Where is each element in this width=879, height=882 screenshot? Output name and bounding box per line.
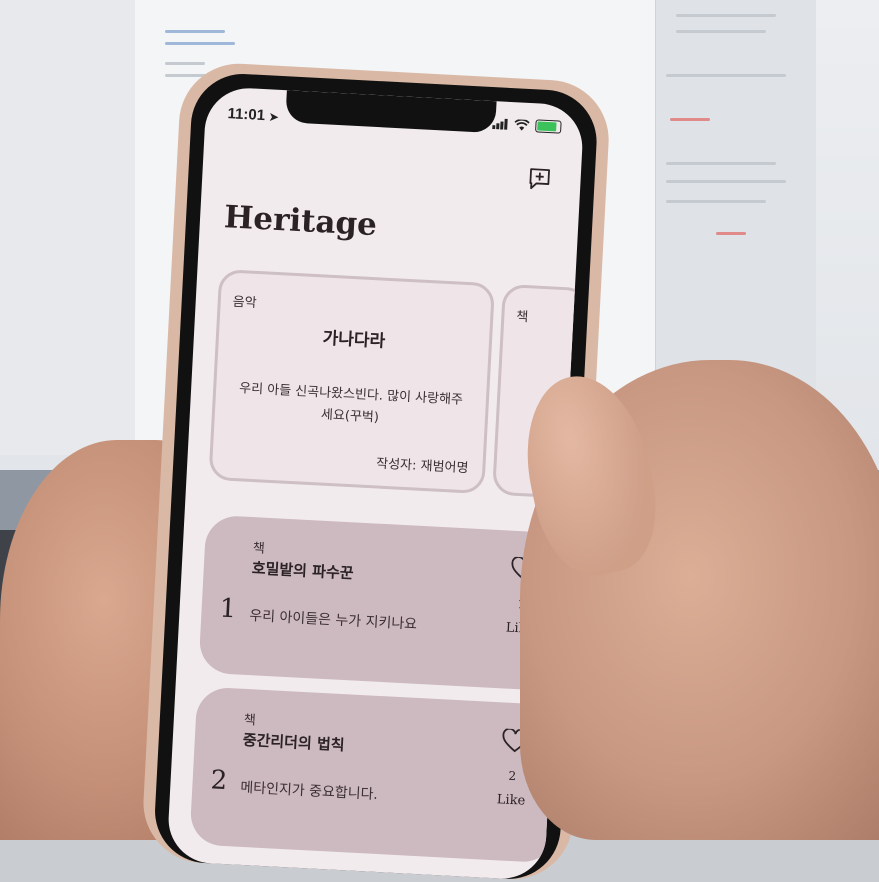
wifi-icon [514, 119, 530, 131]
status-time: 11:01 ➤ [227, 105, 279, 125]
location-arrow-icon: ➤ [268, 111, 279, 124]
card-title: 가나다라 [322, 328, 386, 352]
ranking-category: 책 [243, 712, 257, 729]
phone-notch [285, 90, 497, 134]
ranking-item[interactable]: 책 호밀밭의 파수꾼 1 우리 아이들은 누가 지키나요 1 Like [198, 514, 572, 692]
card-category: 음악 [232, 294, 258, 311]
like-count: 2 [508, 768, 517, 784]
ranking-item[interactable]: 책 중간리더의 법칙 2 메타인지가 중요합니다. 2 Like [189, 686, 563, 864]
card-category: 책 [515, 309, 529, 326]
ranking-number: 1 [218, 593, 237, 625]
featured-card[interactable]: 음악 가나다라 우리 아들 신곡나왔스빈다. 많이 사랑해주세요(꾸벅) 작성자… [208, 268, 496, 495]
monitor-sidebar [0, 0, 136, 455]
compose-icon[interactable] [526, 165, 553, 192]
card-author: 작성자: 재범어명 [375, 456, 469, 477]
ranking-title: 호밀밭의 파수꾼 [251, 559, 354, 583]
ranking-number: 2 [209, 765, 228, 797]
ranking-description: 메타인지가 중요합니다. [239, 779, 379, 803]
battery-icon [535, 119, 562, 134]
status-indicators [492, 117, 562, 134]
card-body: 우리 아들 신곡나왔스빈다. 많이 사랑해주세요(꾸벅) [238, 381, 464, 426]
page-title: Heritage [223, 199, 378, 244]
signal-icon [492, 118, 508, 130]
like-label: Like [496, 792, 526, 809]
ranking-description: 우리 아이들은 누가 지키나요 [248, 608, 418, 633]
ranking-category: 책 [252, 541, 266, 557]
ranking-title: 중간리더의 법칙 [242, 730, 345, 755]
